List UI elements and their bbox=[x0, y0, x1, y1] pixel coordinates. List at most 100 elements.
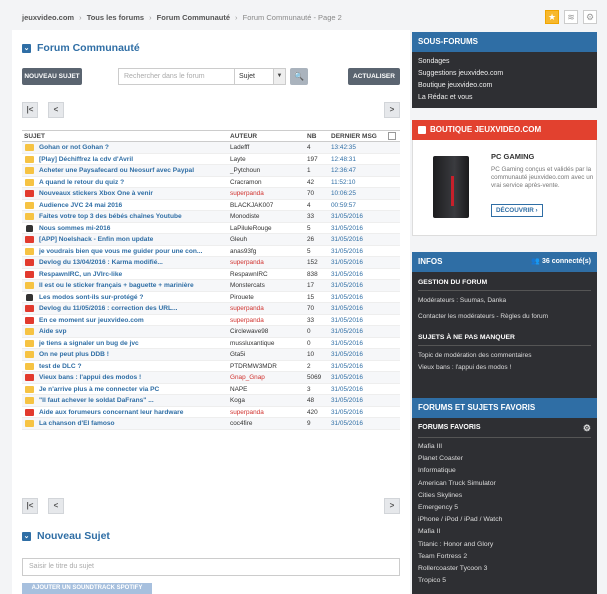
topic-subject-link[interactable]: En ce moment sur jeuxvideo.com bbox=[39, 317, 229, 324]
table-row[interactable]: [Play] Déchiffrez la cdv d'Avril Layte 197… bbox=[22, 154, 400, 165]
favorite-star-icon[interactable]: ★ bbox=[545, 10, 559, 24]
topic-author[interactable]: Monstercats bbox=[230, 282, 265, 289]
topic-author[interactable]: superpanda bbox=[230, 409, 264, 416]
table-row[interactable]: Acheter une Paysafecard ou Neosurf avec … bbox=[22, 165, 400, 177]
topic-author[interactable]: RespawnIRC bbox=[230, 271, 268, 278]
table-row[interactable]: "Il faut achever le soldat DaFrans" ... K… bbox=[22, 395, 400, 407]
first-page-button-bottom[interactable]: |< bbox=[22, 498, 38, 514]
moderators-text[interactable]: Modérateurs : Suumas, Danka bbox=[418, 295, 591, 307]
table-row[interactable]: Nouveaux stickers Xbox One à venir superp… bbox=[22, 188, 400, 200]
topic-subject-link[interactable]: La chanson d'El famoso bbox=[39, 420, 229, 427]
topic-last-message[interactable]: 31/05/2016 bbox=[331, 259, 363, 266]
topic-last-message[interactable]: 31/05/2016 bbox=[331, 340, 363, 347]
next-page-button-bottom[interactable]: > bbox=[384, 498, 400, 514]
topic-last-message[interactable]: 11:52:10 bbox=[331, 179, 355, 186]
topic-subject-link[interactable]: Nous sommes mi-2016 bbox=[39, 225, 229, 232]
prev-page-button[interactable]: < bbox=[48, 102, 64, 118]
topic-author[interactable]: superpanda bbox=[230, 259, 264, 266]
topic-last-message[interactable]: 31/05/2016 bbox=[331, 282, 363, 289]
topic-subject-link[interactable]: On ne peut plus DDB ! bbox=[39, 351, 229, 358]
topic-author[interactable]: Cracramon bbox=[230, 179, 262, 186]
topic-last-message[interactable]: 31/05/2016 bbox=[331, 409, 363, 416]
topic-subject-link[interactable]: je tiens a signaler un bug de jvc bbox=[39, 340, 229, 347]
table-row[interactable]: Faites votre top 3 des bébés chaînes You… bbox=[22, 211, 400, 223]
table-row[interactable]: Vieux bans : l'appui des modos ! Gnap_Gna… bbox=[22, 372, 400, 384]
must-see-link[interactable]: Vieux bans : l'appui des modos ! bbox=[418, 362, 591, 374]
topic-last-message[interactable]: 31/05/2016 bbox=[331, 294, 363, 301]
topic-author[interactable]: anas93fg bbox=[230, 248, 256, 255]
contact-moderators-link[interactable]: Contacter les modérateurs - Règles du fo… bbox=[418, 311, 591, 323]
topic-last-message[interactable]: 31/05/2016 bbox=[331, 386, 363, 393]
topic-author[interactable]: NAPE bbox=[230, 386, 247, 393]
topic-author[interactable]: PTDRMW3MDR bbox=[230, 363, 277, 370]
topic-last-message[interactable]: 31/05/2016 bbox=[331, 363, 363, 370]
topic-subject-link[interactable]: Aide svp bbox=[39, 328, 229, 335]
topic-last-message[interactable]: 31/05/2016 bbox=[331, 305, 363, 312]
topic-last-message[interactable]: 31/05/2016 bbox=[331, 236, 363, 243]
favorite-forum-link[interactable]: Cities Skylines bbox=[418, 490, 591, 502]
breadcrumb-home[interactable]: jeuxvideo.com bbox=[22, 13, 74, 22]
topic-author[interactable]: superpanda bbox=[230, 190, 264, 197]
table-row[interactable]: test de DLC ? PTDRMW3MDR 2 31/05/2016 bbox=[22, 361, 400, 372]
table-row[interactable]: Aide aux forumeurs concernant leur hardw… bbox=[22, 407, 400, 418]
topic-author[interactable]: LaPiluleRouge bbox=[230, 225, 272, 232]
favorite-forum-link[interactable]: Planet Coaster bbox=[418, 453, 591, 465]
topic-last-message[interactable]: 31/05/2016 bbox=[331, 374, 363, 381]
topic-last-message[interactable]: 12:48:31 bbox=[331, 156, 356, 163]
select-all-checkbox[interactable] bbox=[388, 132, 396, 140]
topic-subject-link[interactable]: Les modos sont-ils sur-protégé ? bbox=[39, 294, 229, 301]
topic-subject-link[interactable]: [APP] Noelshack - Enfin mon update bbox=[39, 236, 229, 243]
breadcrumb-all-forums[interactable]: Tous les forums bbox=[87, 13, 144, 22]
search-button[interactable]: 🔍 bbox=[290, 68, 308, 85]
topic-author[interactable]: Monodiste bbox=[230, 213, 260, 220]
topic-author[interactable]: _Pytchoun bbox=[230, 167, 260, 174]
topic-author[interactable]: Circlewave98 bbox=[230, 328, 268, 335]
add-spotify-button[interactable]: AJOUTER UN SOUNDTRACK SPOTIFY bbox=[22, 583, 152, 594]
topic-last-message[interactable]: 31/05/2016 bbox=[331, 317, 363, 324]
favorite-forum-link[interactable]: Tropico 5 bbox=[418, 575, 591, 587]
connected-count[interactable]: 👥 36 connecté(s) bbox=[531, 252, 591, 272]
topic-last-message[interactable]: 31/05/2016 bbox=[331, 328, 363, 335]
breadcrumb-forum[interactable]: Forum Communauté bbox=[157, 13, 230, 22]
chevron-down-icon[interactable]: ⌄ bbox=[22, 531, 31, 541]
refresh-button[interactable]: ACTUALISER bbox=[348, 68, 400, 85]
topic-author[interactable]: Gnap_Gnap bbox=[230, 374, 265, 381]
table-row[interactable]: En ce moment sur jeuxvideo.com superpanda… bbox=[22, 315, 400, 326]
topic-subject-link[interactable]: Je n'arrive plus à me connecter via PC bbox=[39, 386, 229, 393]
topic-last-message[interactable]: 00:59:57 bbox=[331, 202, 356, 209]
prev-page-button-bottom[interactable]: < bbox=[48, 498, 64, 514]
topic-subject-link[interactable]: [Play] Déchiffrez la cdv d'Avril bbox=[39, 156, 229, 163]
rss-icon[interactable]: ≋ bbox=[564, 10, 578, 24]
favorite-forum-link[interactable]: Emergency 5 bbox=[418, 502, 591, 514]
table-row[interactable]: A quand le retour du quiz ? Cracramon 42 11… bbox=[22, 177, 400, 188]
favorite-forum-link[interactable]: Rollercoaster Tycoon 3 bbox=[418, 563, 591, 575]
favorite-forum-link[interactable]: Mafia III bbox=[418, 441, 591, 453]
topic-subject-link[interactable]: "Il faut achever le soldat DaFrans" ... bbox=[39, 397, 229, 404]
sub-forum-link[interactable]: Boutique jeuxvideo.com bbox=[412, 80, 597, 92]
topic-subject-link[interactable]: Acheter une Paysafecard ou Neosurf avec … bbox=[39, 167, 229, 174]
topic-author[interactable]: mussluxantique bbox=[230, 340, 274, 347]
table-row[interactable]: Devlog du 11/05/2016 : correction des UR… bbox=[22, 303, 400, 315]
sub-forum-link[interactable]: Sondages bbox=[412, 56, 597, 68]
chevron-down-icon[interactable]: ⌄ bbox=[22, 43, 31, 53]
topic-subject-link[interactable]: Devlog du 11/05/2016 : correction des UR… bbox=[39, 305, 229, 312]
discover-button[interactable]: DÉCOUVRIR › bbox=[491, 204, 543, 217]
topic-subject-link[interactable]: Nouveaux stickers Xbox One à venir bbox=[39, 190, 229, 197]
topic-author[interactable]: BLACKJAK007 bbox=[230, 202, 273, 209]
sub-forum-link[interactable]: La Rédac et vous bbox=[412, 92, 597, 104]
topic-author[interactable]: Ladefff bbox=[230, 144, 249, 151]
favorite-forum-link[interactable]: Informatique bbox=[418, 465, 591, 477]
topic-title-input[interactable]: Saisir le titre du sujet bbox=[22, 558, 400, 576]
topic-author[interactable]: superpanda bbox=[230, 305, 264, 312]
topic-author[interactable]: Gleuh bbox=[230, 236, 247, 243]
table-row[interactable]: Il est ou le sticker français + baguette… bbox=[22, 280, 400, 292]
table-row[interactable]: On ne peut plus DDB ! Gta5i 10 31/05/2016 bbox=[22, 349, 400, 361]
topic-subject-link[interactable]: Faites votre top 3 des bébés chaînes You… bbox=[39, 213, 229, 220]
topic-last-message[interactable]: 12:36:47 bbox=[331, 167, 356, 174]
table-row[interactable]: je tiens a signaler un bug de jvc musslux… bbox=[22, 338, 400, 349]
topic-last-message[interactable]: 31/05/2016 bbox=[331, 397, 363, 404]
topic-last-message[interactable]: 31/05/2016 bbox=[331, 420, 363, 427]
table-row[interactable]: Je n'arrive plus à me connecter via PC NA… bbox=[22, 384, 400, 395]
topic-subject-link[interactable]: Aide aux forumeurs concernant leur hardw… bbox=[39, 409, 229, 416]
forum-search-input[interactable]: Rechercher dans le forum bbox=[118, 68, 240, 85]
